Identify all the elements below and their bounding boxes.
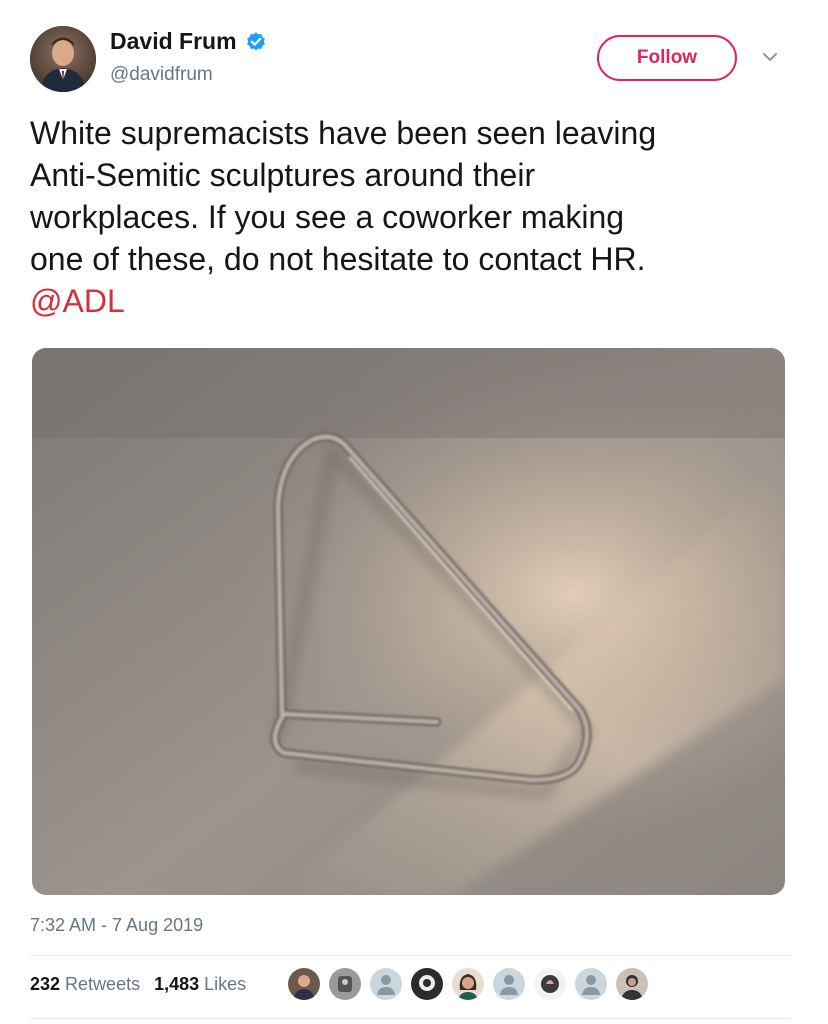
liker-avatar[interactable] xyxy=(534,968,566,1000)
author-name-row[interactable]: David Frum xyxy=(110,28,267,55)
verified-badge-icon xyxy=(245,31,267,53)
author-avatar[interactable] xyxy=(30,26,96,92)
retweets-label: Retweets xyxy=(65,974,141,994)
liker-avatars xyxy=(288,968,657,1000)
likes-label: Likes xyxy=(204,974,247,994)
retweets-stat[interactable]: 232 Retweets xyxy=(30,974,140,995)
default-avatar-icon[interactable] xyxy=(493,968,525,1000)
divider xyxy=(30,1018,790,1019)
author-name[interactable]: David Frum xyxy=(110,28,237,55)
tweet-photo[interactable] xyxy=(32,348,785,895)
liker-avatar[interactable] xyxy=(329,968,361,1000)
divider xyxy=(30,955,790,956)
mention-link[interactable]: @ADL xyxy=(30,280,790,322)
tweet-stats: 232 Retweets 1,483 Likes xyxy=(30,974,260,995)
tweet-timestamp[interactable]: 7:32 AM - 7 Aug 2019 xyxy=(30,915,203,936)
follow-button[interactable]: Follow xyxy=(597,35,737,81)
liker-avatar[interactable] xyxy=(411,968,443,1000)
default-avatar-icon[interactable] xyxy=(370,968,402,1000)
retweets-count: 232 xyxy=(30,974,61,994)
tweet-card: David Frum @davidfrum Follow White supre… xyxy=(0,0,828,1024)
likes-stat[interactable]: 1,483 Likes xyxy=(154,974,246,995)
liker-avatar[interactable] xyxy=(452,968,484,1000)
default-avatar-icon[interactable] xyxy=(575,968,607,1000)
author-handle[interactable]: @davidfrum xyxy=(110,64,213,86)
liker-avatar[interactable] xyxy=(288,968,320,1000)
chevron-down-icon[interactable] xyxy=(760,50,780,64)
likes-count: 1,483 xyxy=(154,974,200,994)
liker-avatar[interactable] xyxy=(616,968,648,1000)
tweet-body: White supremacists have been seen leavin… xyxy=(30,115,657,277)
tweet-text: White supremacists have been seen leavin… xyxy=(30,112,790,322)
